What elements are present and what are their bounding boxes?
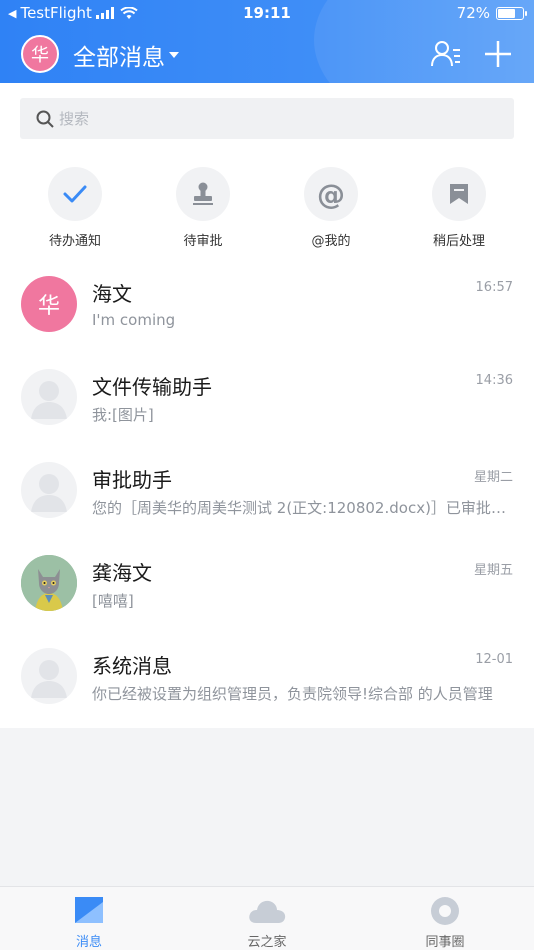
message-time: 12-01 [475,652,513,667]
contact-name: 文件传输助手 [92,375,212,399]
default-avatar-icon [31,474,67,512]
default-avatar-icon [31,660,67,698]
quick-action-label: 待办通知 [48,234,101,249]
user-avatar[interactable]: 华 [21,35,59,73]
message-tab-icon [75,897,103,923]
list-item[interactable]: 系统消息 12-01 你已经被设置为组织管理员，负责院领导!综合部 的人员管理 [0,635,534,728]
list-item[interactable]: 文件传输助手 14:36 我:[图片] [0,356,534,449]
tab-cloud-home[interactable]: 云之家 [217,895,317,950]
stamp-icon [193,182,213,205]
list-item[interactable]: 审批助手 星期二 您的［周美华的周美华测试 2(正文:120802.docx)］… [0,449,534,542]
message-preview: 你已经被设置为组织管理员，负责院领导!综合部 的人员管理 [92,685,493,703]
quick-actions: 待办通知 待审批 @ @我的 稍后处理 [0,153,534,263]
check-icon [63,185,87,203]
message-time: 14:36 [475,373,513,388]
message-filter-dropdown[interactable]: 全部消息 [73,38,179,72]
bookmark-icon [450,184,468,204]
at-icon: @ [317,177,345,211]
contact-name: 龚海文 [92,561,152,585]
contact-name: 系统消息 [92,654,172,678]
contact-name: 审批助手 [92,468,172,492]
tab-label: 消息 [75,935,102,950]
search-icon [36,110,54,128]
list-item[interactable]: 华 海文 16:57 I'm coming [0,263,534,356]
page-title: 全部消息 [73,45,165,71]
caret-down-icon [169,52,179,58]
quick-action-label: @我的 [311,234,351,249]
quick-action-mentions[interactable]: @ @我的 [276,167,386,249]
tab-label: 云之家 [247,935,287,950]
search-bar[interactable] [20,98,514,139]
list-item[interactable]: 龚海文 星期五 [嘻嘻] [0,542,534,635]
app-header: ◀ TestFlight 19:11 72% 华 全部消息 [0,0,534,83]
default-avatar-icon [31,381,67,419]
avatar [21,648,77,704]
quick-action-label: 待审批 [183,234,223,249]
tab-colleagues[interactable]: 同事圈 [395,895,495,950]
message-preview: I'm coming [92,311,176,329]
avatar [21,369,77,425]
tab-messages[interactable]: 消息 [39,895,139,950]
avatar: 华 [21,276,77,332]
message-preview: 我:[图片] [92,406,154,424]
quick-action-todo[interactable]: 待办通知 [20,167,130,249]
search-section [0,83,534,153]
avatar [21,462,77,518]
status-time: 19:11 [243,4,291,22]
message-preview: [嘻嘻] [92,592,134,610]
message-list: 华 海文 16:57 I'm coming 文件传输助手 14:36 我:[图片… [0,263,534,728]
battery-percent: 72% [456,4,490,22]
add-icon[interactable] [482,38,514,70]
cat-photo-icon [21,555,77,611]
quick-action-approval[interactable]: 待审批 [148,167,258,249]
status-bar: ◀ TestFlight 19:11 72% [0,0,534,28]
quick-action-label: 稍后处理 [432,234,485,249]
avatar [21,555,77,611]
message-time: 星期二 [473,470,513,485]
circle-tab-icon [431,897,459,925]
message-preview: 您的［周美华的周美华测试 2(正文:120802.docx)］已审批通过 [92,499,516,517]
contacts-icon[interactable] [430,38,462,70]
message-time: 16:57 [475,280,513,295]
search-input[interactable] [59,98,499,139]
message-time: 星期五 [473,563,513,578]
battery-icon [496,6,527,20]
tab-label: 同事圈 [425,935,465,950]
contact-name: 海文 [92,282,132,306]
cloud-icon [249,900,286,923]
quick-action-later[interactable]: 稍后处理 [404,167,514,249]
tab-bar: 消息 云之家 同事圈 [0,886,534,950]
